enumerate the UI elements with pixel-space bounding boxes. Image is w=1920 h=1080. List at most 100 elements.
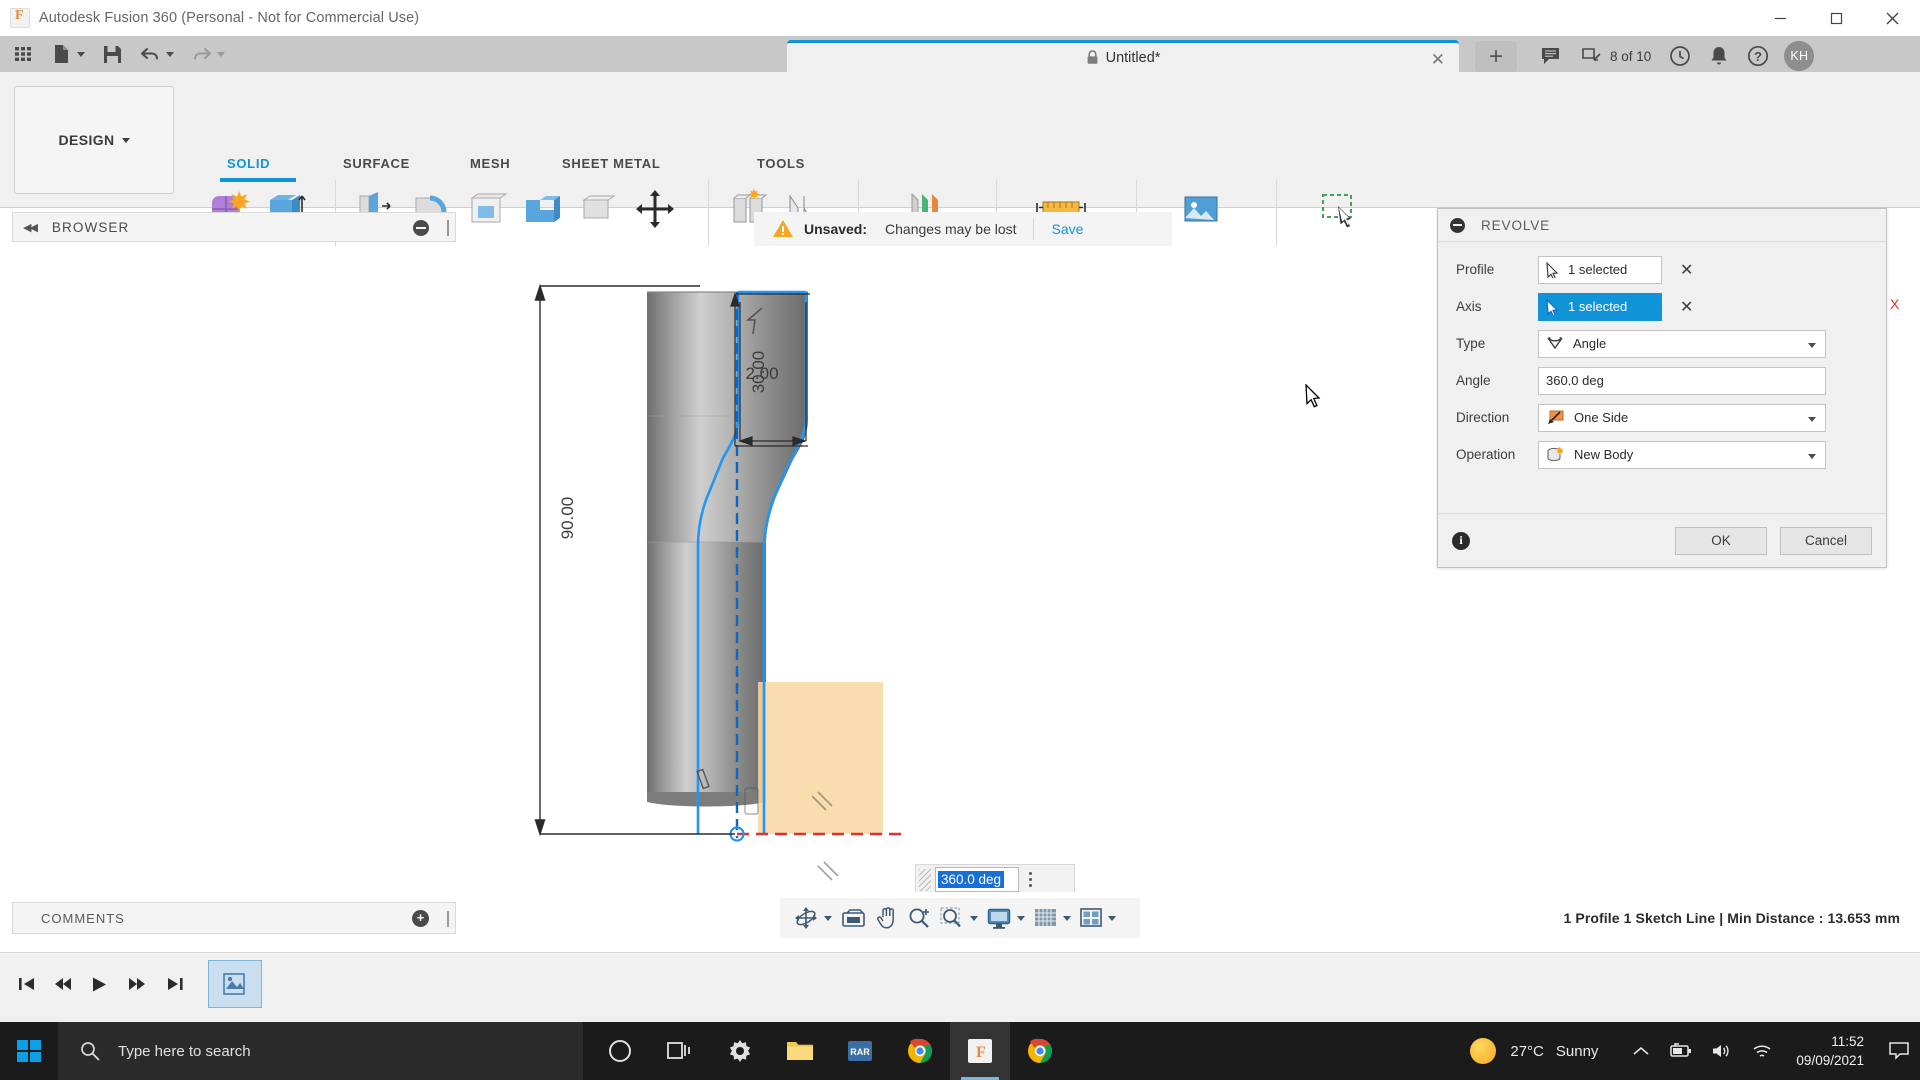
ok-button[interactable]: OK: [1675, 526, 1767, 555]
tab-surface[interactable]: SURFACE: [343, 156, 410, 171]
angle-input[interactable]: 360.0 deg: [1538, 366, 1826, 395]
search-input[interactable]: Type here to search: [118, 1043, 251, 1060]
more-options-icon[interactable]: [1029, 872, 1032, 887]
volume-icon[interactable]: [1702, 1042, 1742, 1060]
save-link[interactable]: Save: [1052, 221, 1084, 237]
save-icon[interactable]: [97, 39, 127, 69]
move-copy-button[interactable]: [626, 178, 684, 240]
pan-icon[interactable]: [871, 898, 903, 938]
chevron-up-icon[interactable]: [1624, 1045, 1658, 1057]
action-center-icon[interactable]: [1878, 1042, 1920, 1060]
viewports-icon[interactable]: [1075, 898, 1107, 938]
taskbar-clock[interactable]: 11:52 09/09/2021: [1796, 1032, 1864, 1070]
undo-icon[interactable]: [135, 39, 165, 69]
chrome-icon[interactable]: [890, 1022, 950, 1080]
add-comment-icon[interactable]: +: [412, 910, 429, 927]
direction-dropdown[interactable]: One Side: [1538, 403, 1826, 432]
wall-thickness-dimension-label: 2.00: [745, 364, 779, 383]
orbit-icon[interactable]: [789, 898, 823, 938]
winrar-icon[interactable]: RAR: [830, 1022, 890, 1080]
jobs-status-button[interactable]: 8 of 10: [1572, 38, 1660, 74]
file-explorer-icon[interactable]: [770, 1022, 830, 1080]
angle-value-popup[interactable]: 360.0 deg: [915, 864, 1075, 892]
tab-sheet-metal[interactable]: SHEET METAL: [562, 156, 660, 171]
browser-collapse-icon[interactable]: ◀◀: [23, 221, 38, 234]
axis-selection-button[interactable]: 1 selected: [1538, 292, 1662, 321]
step-back-icon[interactable]: [48, 969, 78, 999]
chrome-icon-2[interactable]: [1010, 1022, 1070, 1080]
combine-button[interactable]: [514, 178, 572, 240]
skip-to-start-icon[interactable]: [12, 969, 42, 999]
skip-to-end-icon[interactable]: [160, 969, 190, 999]
step-forward-icon[interactable]: [122, 969, 152, 999]
maximize-button[interactable]: [1808, 0, 1864, 36]
minimize-button[interactable]: [1752, 0, 1808, 36]
comment-icon[interactable]: [1532, 38, 1572, 74]
zoom-dropdown-caret-icon[interactable]: [970, 915, 978, 921]
orbit-dropdown-caret-icon[interactable]: [824, 915, 832, 921]
weather-widget[interactable]: 27°C Sunny: [1470, 1038, 1598, 1064]
wifi-icon[interactable]: [1742, 1042, 1782, 1060]
angle-input-field[interactable]: 360.0 deg: [935, 867, 1019, 892]
viewports-dropdown-caret-icon[interactable]: [1108, 915, 1116, 921]
display-dropdown-caret-icon[interactable]: [1017, 915, 1025, 921]
settings-icon[interactable]: [710, 1022, 770, 1080]
close-button[interactable]: [1864, 0, 1920, 36]
collapse-icon[interactable]: [1450, 217, 1465, 233]
notification-bell-icon[interactable]: [1700, 38, 1738, 74]
document-tab-close-icon[interactable]: ✕: [1431, 50, 1445, 70]
profile-clear-icon[interactable]: ✕: [1680, 260, 1693, 280]
select-button[interactable]: [1312, 178, 1370, 240]
redo-dropdown-caret-icon[interactable]: [217, 51, 225, 57]
grid-apps-icon[interactable]: [8, 39, 38, 69]
timeline-feature-sketch[interactable]: [208, 960, 262, 1008]
document-tab-label: Untitled*: [1105, 49, 1161, 66]
avatar[interactable]: KH: [1784, 41, 1815, 71]
comments-resize-grip[interactable]: [447, 911, 449, 927]
insert-image-button[interactable]: [1172, 178, 1230, 240]
browser-minimize-icon[interactable]: [413, 220, 429, 236]
chevron-down-icon[interactable]: [1808, 416, 1816, 422]
tab-mesh[interactable]: MESH: [470, 156, 510, 171]
document-tab-untitled[interactable]: Untitled* ✕: [787, 40, 1459, 72]
display-settings-icon[interactable]: [982, 898, 1016, 938]
battery-icon[interactable]: [1658, 1043, 1702, 1059]
chevron-down-icon[interactable]: [1808, 453, 1816, 459]
tab-solid[interactable]: SOLID: [227, 156, 270, 171]
help-icon[interactable]: ?: [1738, 38, 1778, 74]
windows-start-icon[interactable]: [0, 1022, 58, 1080]
shell-button[interactable]: [458, 178, 516, 240]
browser-resize-grip[interactable]: [447, 220, 449, 236]
axis-clear-icon[interactable]: ✕: [1680, 297, 1693, 317]
zoom-icon[interactable]: [903, 898, 935, 938]
undo-dropdown-caret-icon[interactable]: [166, 51, 174, 57]
popup-drag-grip[interactable]: [919, 868, 931, 891]
recent-icon[interactable]: [1660, 38, 1700, 74]
info-icon[interactable]: i: [1452, 531, 1470, 550]
type-dropdown[interactable]: Angle: [1538, 329, 1826, 358]
new-file-dropdown-caret-icon[interactable]: [77, 51, 85, 57]
workspace-caret-icon: [121, 137, 130, 143]
chevron-down-icon[interactable]: [1808, 342, 1816, 348]
sun-icon: [1470, 1038, 1497, 1064]
fusion360-icon[interactable]: F: [950, 1022, 1010, 1080]
cancel-button[interactable]: Cancel: [1780, 526, 1872, 555]
play-icon[interactable]: [84, 969, 114, 999]
look-at-icon[interactable]: [836, 898, 871, 938]
new-file-icon[interactable]: [46, 39, 76, 69]
document-tab-bar: Untitled* ✕ + 8 of 10 ? KH: [787, 38, 1920, 72]
tab-tools[interactable]: TOOLS: [757, 156, 805, 171]
redo-icon[interactable]: [186, 39, 216, 69]
profile-selection-button[interactable]: 1 selected: [1538, 255, 1662, 284]
zoom-window-icon[interactable]: [935, 898, 969, 938]
task-view-icon[interactable]: [650, 1022, 710, 1080]
search-box[interactable]: Type here to search: [58, 1022, 583, 1080]
operation-dropdown[interactable]: New Body: [1538, 440, 1826, 469]
workspace-switcher[interactable]: DESIGN: [14, 86, 174, 194]
offset-face-button[interactable]: [570, 178, 628, 240]
weather-condition: Sunny: [1555, 1042, 1599, 1060]
add-tab-button[interactable]: +: [1475, 41, 1517, 72]
cortana-icon[interactable]: [590, 1022, 650, 1080]
grid-dropdown-caret-icon[interactable]: [1063, 915, 1071, 921]
grid-snaps-icon[interactable]: [1029, 898, 1062, 938]
